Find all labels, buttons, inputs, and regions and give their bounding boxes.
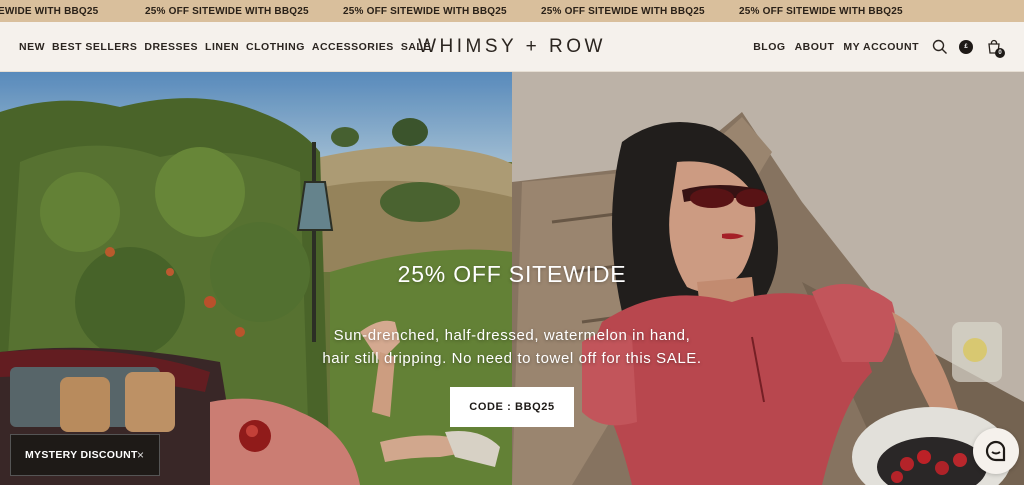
mystery-discount-widget[interactable]: MYSTERY DISCOUNT × (10, 434, 160, 476)
announcement-text: 25% OFF SITEWIDE WITH BBQ25 (145, 6, 309, 17)
chat-icon[interactable] (973, 428, 1019, 474)
announcement-text: EWIDE WITH BBQ25 (0, 6, 99, 17)
main-nav: NEW BEST SELLERS DRESSES LINEN CLOTHING … (19, 22, 431, 72)
nav-my-account[interactable]: MY ACCOUNT (843, 41, 919, 53)
nav-accessories[interactable]: ACCESSORIES (312, 41, 394, 53)
nav-dresses[interactable]: DRESSES (144, 41, 198, 53)
announcement-text: 25% OFF SITEWIDE WITH BBQ25 (541, 6, 705, 17)
discount-code-button[interactable]: CODE : BBQ25 (450, 387, 574, 427)
announcement-text: 25% OFF SITEWIDE WITH BBQ25 (343, 6, 507, 17)
nav-linen[interactable]: LINEN (205, 41, 239, 53)
hero-description-line: Sun-drenched, half-dressed, watermelon i… (333, 327, 691, 344)
currency-icon[interactable]: £ (958, 22, 974, 72)
secondary-nav: BLOG ABOUT MY ACCOUNT (753, 22, 919, 72)
nav-blog[interactable]: BLOG (753, 41, 785, 53)
nav-sale[interactable]: SALE (401, 41, 431, 53)
nav-about[interactable]: ABOUT (795, 41, 835, 53)
announcement-text: 25% OFF SITEWIDE WITH BBQ25 (739, 6, 903, 17)
announcement-bar: EWIDE WITH BBQ25 25% OFF SITEWIDE WITH B… (0, 0, 1024, 22)
close-icon[interactable]: × (137, 435, 144, 475)
site-header: WHIMSY + ROW NEW BEST SELLERS DRESSES LI… (0, 22, 1024, 72)
cart-count-badge: 0 (995, 48, 1005, 58)
hero-banner[interactable]: 25% OFF SITEWIDE Sun-drenched, half-dres… (0, 72, 1024, 485)
nav-clothing[interactable]: CLOTHING (246, 41, 305, 53)
hero-title: 25% OFF SITEWIDE (397, 261, 627, 287)
mystery-discount-label: MYSTERY DISCOUNT (25, 449, 138, 461)
nav-new[interactable]: NEW (19, 41, 45, 53)
currency-symbol: £ (959, 40, 973, 54)
search-icon[interactable] (930, 22, 950, 72)
cart-icon[interactable]: 0 (984, 22, 1005, 72)
nav-best-sellers[interactable]: BEST SELLERS (52, 41, 137, 53)
hero-description: Sun-drenched, half-dressed, watermelon i… (0, 324, 1024, 370)
hero-description-line: hair still dripping. No need to towel of… (322, 350, 702, 367)
logo-link[interactable]: WHIMSY + ROW (418, 36, 606, 57)
